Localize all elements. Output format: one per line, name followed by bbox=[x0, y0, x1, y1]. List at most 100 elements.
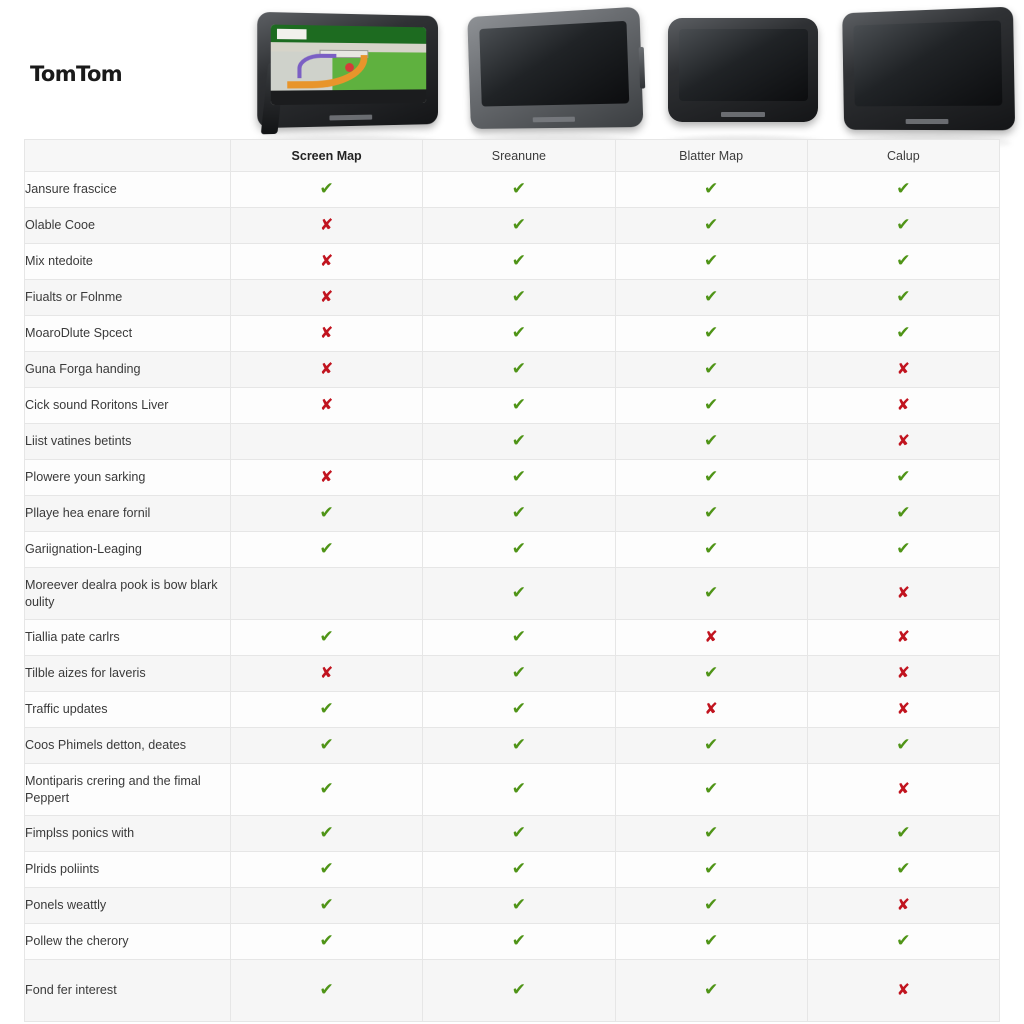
table-row: Gariignation-Leaging ✔ ✔ ✔ ✔ bbox=[24, 531, 1001, 568]
cell-supported: ✔ bbox=[229, 531, 424, 568]
feature-label: Tilble aizes for laveris bbox=[24, 655, 231, 692]
cell-supported: ✔ bbox=[422, 763, 616, 816]
device-logo-icon bbox=[329, 115, 373, 121]
column-header-calup[interactable]: Calup bbox=[806, 139, 1001, 172]
check-icon: ✔ bbox=[511, 178, 526, 199]
check-icon: ✔ bbox=[896, 250, 911, 271]
check-icon: ✔ bbox=[896, 286, 911, 307]
feature-label: Cick sound Roritons Liver bbox=[24, 387, 231, 424]
cell-unsupported: ✘ bbox=[229, 279, 424, 316]
cell-supported: ✔ bbox=[614, 655, 808, 692]
check-icon: ✔ bbox=[704, 358, 719, 379]
table-row: Cick sound Roritons Liver ✘ ✔ ✔ ✘ bbox=[24, 387, 1001, 424]
check-icon: ✔ bbox=[511, 322, 526, 343]
table-row: MoaroDlute Spcect ✘ ✔ ✔ ✔ bbox=[24, 315, 1001, 352]
table-row: Guna Forga handing ✘ ✔ ✔ ✘ bbox=[24, 351, 1001, 388]
cell-supported: ✔ bbox=[422, 619, 616, 656]
table-row: Coos Phimels detton, deates ✔ ✔ ✔ ✔ bbox=[24, 727, 1001, 764]
cell-supported: ✔ bbox=[614, 279, 808, 316]
cell-supported: ✔ bbox=[614, 459, 808, 496]
cross-icon: ✘ bbox=[896, 894, 911, 914]
cell-supported: ✔ bbox=[806, 815, 1001, 852]
cell-unsupported: ✘ bbox=[806, 423, 1001, 460]
cell-supported: ✔ bbox=[229, 495, 424, 532]
cell-unsupported: ✘ bbox=[806, 619, 1001, 656]
check-icon: ✔ bbox=[511, 626, 526, 647]
feature-label: Pollew the cherory bbox=[24, 923, 231, 960]
cross-icon: ✘ bbox=[319, 394, 334, 414]
check-icon: ✔ bbox=[704, 178, 719, 199]
check-icon: ✔ bbox=[704, 979, 719, 1000]
table-row: Jansure frascice ✔ ✔ ✔ ✔ bbox=[24, 171, 1001, 208]
cell-supported: ✔ bbox=[806, 207, 1001, 244]
feature-label: Mix ntedoite bbox=[24, 243, 231, 280]
cell-unsupported: ✘ bbox=[614, 619, 808, 656]
cell-empty bbox=[229, 567, 424, 620]
gps-device-wide-black bbox=[832, 0, 1022, 150]
cell-supported: ✔ bbox=[422, 387, 616, 424]
check-icon: ✔ bbox=[319, 778, 334, 799]
cell-unsupported: ✘ bbox=[806, 959, 1001, 1022]
check-icon: ✔ bbox=[319, 734, 334, 755]
device-logo-icon bbox=[532, 116, 575, 123]
table-row: Pllaye hea enare fornil ✔ ✔ ✔ ✔ bbox=[24, 495, 1001, 532]
cell-supported: ✔ bbox=[614, 923, 808, 960]
cell-supported: ✔ bbox=[806, 243, 1001, 280]
check-icon: ✔ bbox=[704, 734, 719, 755]
device-screen bbox=[678, 29, 808, 102]
cell-supported: ✔ bbox=[614, 531, 808, 568]
table-row: Fond fer interest ✔ ✔ ✔ ✘ bbox=[24, 959, 1001, 1022]
cell-supported: ✔ bbox=[422, 959, 616, 1022]
cell-supported: ✔ bbox=[806, 171, 1001, 208]
cell-supported: ✔ bbox=[614, 423, 808, 460]
cross-icon: ✘ bbox=[319, 358, 334, 378]
cell-supported: ✔ bbox=[614, 815, 808, 852]
cell-supported: ✔ bbox=[229, 619, 424, 656]
feature-label: Guna Forga handing bbox=[24, 351, 231, 388]
cell-unsupported: ✘ bbox=[229, 459, 424, 496]
page-header: TomTom bbox=[0, 0, 1024, 150]
feature-label: Traffic updates bbox=[24, 691, 231, 728]
cell-supported: ✔ bbox=[614, 727, 808, 764]
column-header-feature bbox=[24, 139, 231, 172]
column-header-sreanune[interactable]: Sreanune bbox=[422, 139, 616, 172]
cell-supported: ✔ bbox=[422, 851, 616, 888]
cell-unsupported: ✘ bbox=[806, 567, 1001, 620]
check-icon: ✔ bbox=[704, 894, 719, 915]
check-icon: ✔ bbox=[704, 662, 719, 683]
table-row: Tilble aizes for laveris ✘ ✔ ✔ ✘ bbox=[24, 655, 1001, 692]
cell-supported: ✔ bbox=[229, 959, 424, 1022]
check-icon: ✔ bbox=[511, 858, 526, 879]
column-header-screen-map[interactable]: Screen Map bbox=[229, 139, 424, 172]
cell-unsupported: ✘ bbox=[229, 315, 424, 352]
check-icon: ✔ bbox=[511, 358, 526, 379]
feature-label: Montiparis crering and the fimal Peppert bbox=[24, 763, 231, 816]
table-row: Plrids poliints ✔ ✔ ✔ ✔ bbox=[24, 851, 1001, 888]
cross-icon: ✘ bbox=[896, 979, 911, 999]
check-icon: ✔ bbox=[511, 538, 526, 559]
check-icon: ✔ bbox=[704, 538, 719, 559]
cross-icon: ✘ bbox=[896, 778, 911, 798]
cell-unsupported: ✘ bbox=[614, 691, 808, 728]
feature-label: Pllaye hea enare fornil bbox=[24, 495, 231, 532]
cell-unsupported: ✘ bbox=[229, 655, 424, 692]
table-row: Mix ntedoite ✘ ✔ ✔ ✔ bbox=[24, 243, 1001, 280]
cell-supported: ✔ bbox=[229, 763, 424, 816]
check-icon: ✔ bbox=[704, 582, 719, 603]
comparison-page: TomTom Screen Map Sreanune Blatter Map C… bbox=[0, 0, 1024, 1024]
check-icon: ✔ bbox=[511, 979, 526, 1000]
device-logo-icon bbox=[721, 111, 765, 117]
cell-supported: ✔ bbox=[614, 171, 808, 208]
cell-unsupported: ✘ bbox=[229, 207, 424, 244]
gps-device-grey-bezel bbox=[454, 0, 652, 150]
cell-supported: ✔ bbox=[422, 171, 616, 208]
check-icon: ✔ bbox=[704, 466, 719, 487]
device-screen bbox=[270, 24, 427, 105]
check-icon: ✔ bbox=[511, 778, 526, 799]
check-icon: ✔ bbox=[511, 466, 526, 487]
check-icon: ✔ bbox=[896, 858, 911, 879]
feature-label: Coos Phimels detton, deates bbox=[24, 727, 231, 764]
cross-icon: ✘ bbox=[896, 662, 911, 682]
cell-supported: ✔ bbox=[422, 459, 616, 496]
column-header-blatter-map[interactable]: Blatter Map bbox=[614, 139, 808, 172]
